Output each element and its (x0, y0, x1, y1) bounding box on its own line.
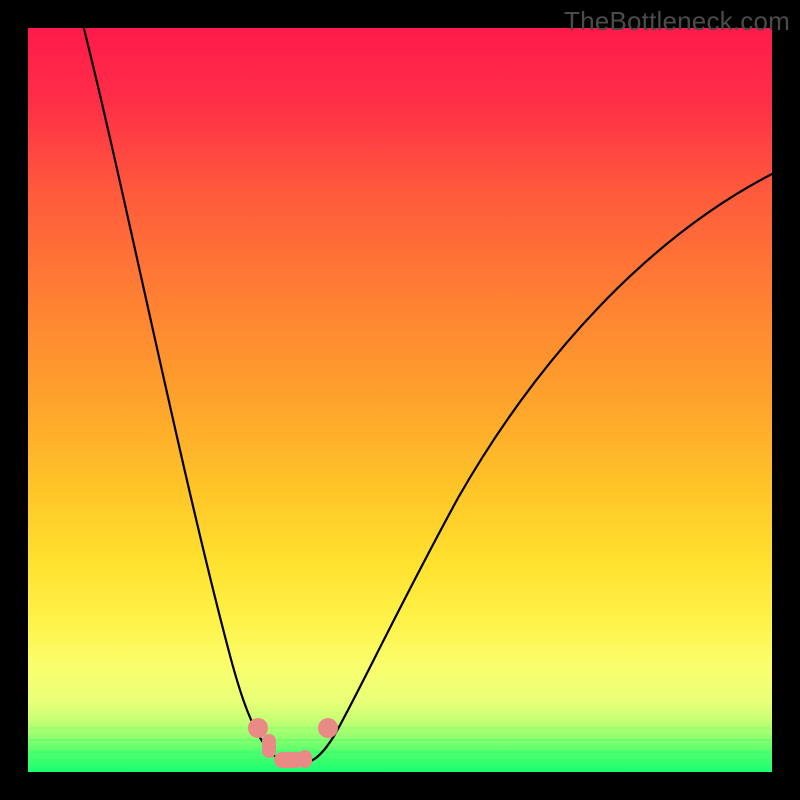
gradient-background (28, 28, 772, 772)
chart-root: TheBottleneck.com (0, 0, 800, 800)
bottleneck-chart (28, 28, 772, 772)
watermark-text: TheBottleneck.com (564, 6, 790, 37)
plot-frame (28, 28, 772, 772)
